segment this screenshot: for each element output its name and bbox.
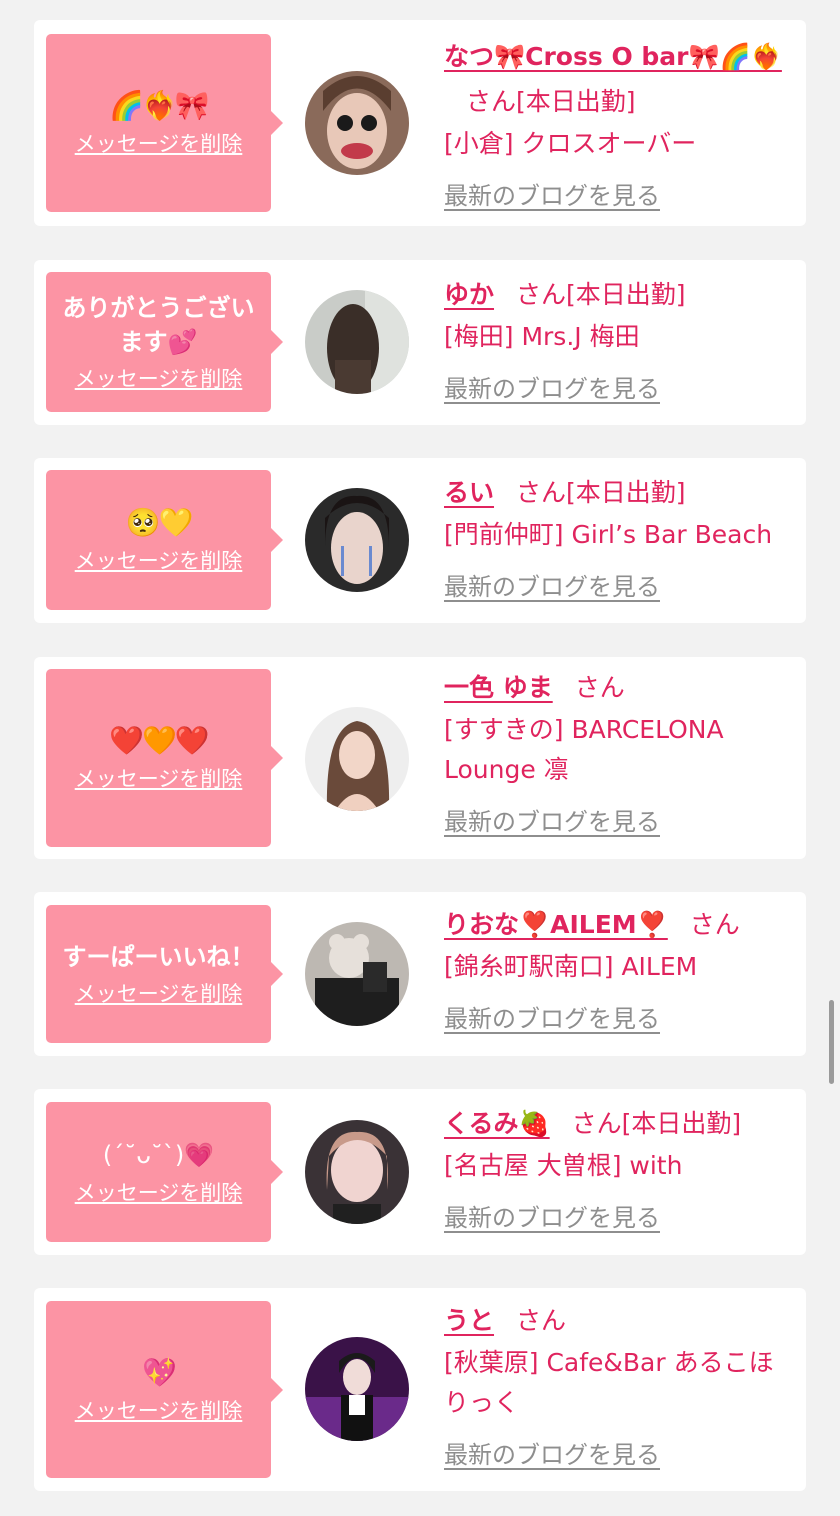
honorific: さん	[574, 673, 625, 702]
message-text: (ˊ˘ᴗ˘ˋ)💗	[102, 1141, 215, 1169]
avatar[interactable]	[305, 922, 409, 1026]
status-badge: [本日出勤]	[566, 280, 686, 309]
latest-blog-link[interactable]: 最新のブログを見る	[444, 565, 794, 610]
shop-info: [小倉] クロスオーバー	[444, 129, 697, 158]
cast-info: なつ🎀Cross O bar🎀🌈❤️‍🔥 さん[本日出勤] [小倉] クロスオーバ…	[444, 34, 794, 219]
honorific: さん	[516, 280, 567, 309]
honorific: さん	[516, 478, 567, 507]
list-item: 🥺💛 メッセージを削除 るい さん[本日出勤] [門前仲町] Girl’s Bar…	[34, 458, 806, 623]
latest-blog-link[interactable]: 最新のブログを見る	[444, 367, 794, 412]
cast-name-link[interactable]: うと	[444, 1306, 494, 1335]
message-text: 🌈❤️‍🔥🎀	[109, 89, 210, 122]
message-bubble: (ˊ˘ᴗ˘ˋ)💗 メッセージを削除	[46, 1102, 283, 1242]
list-item: 🌈❤️‍🔥🎀 メッセージを削除 なつ🎀Cross O bar🎀🌈❤️‍🔥 さん[本…	[34, 20, 806, 226]
message-text: 💖	[142, 1355, 177, 1389]
avatar[interactable]	[305, 290, 409, 394]
message-text: すーぱーいいね！	[62, 943, 255, 971]
avatar[interactable]	[305, 71, 409, 175]
avatar[interactable]	[305, 1337, 409, 1441]
avatar[interactable]	[305, 1120, 409, 1224]
message-bubble: ❤️🧡❤️ メッセージを削除	[46, 669, 283, 847]
cast-name-link[interactable]: 一色 ゆま	[444, 673, 553, 702]
shop-info: [梅田] Mrs.J 梅田	[444, 322, 640, 351]
cast-name-link[interactable]: ゆか	[444, 280, 494, 309]
honorific: さん	[571, 1109, 622, 1138]
delete-message-link[interactable]: メッセージを削除	[75, 765, 243, 793]
shop-info: [すすきの] BARCELONA Lounge 凛	[444, 715, 724, 784]
message-list: 🌈❤️‍🔥🎀 メッセージを削除 なつ🎀Cross O bar🎀🌈❤️‍🔥さん[本…	[0, 0, 840, 1516]
cast-name-link[interactable]: なつ🎀Cross O bar🎀🌈❤️‍🔥	[444, 42, 782, 71]
delete-message-link[interactable]: メッセージを削除	[75, 365, 243, 393]
delete-message-link[interactable]: メッセージを削除	[75, 130, 243, 158]
honorific: さん	[689, 910, 740, 939]
message-bubble: 🥺💛 メッセージを削除	[46, 470, 283, 610]
list-item: ありがとうございます💕 メッセージを削除 ゆか さん[本日出勤] [梅田] Mrs…	[34, 260, 806, 425]
shop-info: [名古屋 大曽根] with	[444, 1151, 683, 1180]
delete-message-link[interactable]: メッセージを削除	[75, 1397, 243, 1425]
avatar[interactable]	[305, 707, 409, 811]
delete-message-link[interactable]: メッセージを削除	[75, 980, 243, 1008]
delete-message-link[interactable]: メッセージを削除	[75, 547, 243, 575]
message-text: ❤️🧡❤️	[109, 724, 210, 757]
scrollbar[interactable]	[829, 1000, 834, 1084]
message-bubble: 💖 メッセージを削除	[46, 1301, 283, 1478]
latest-blog-link[interactable]: 最新のブログを見る	[444, 1196, 794, 1241]
cast-info: りおな❣️AILEM❣️ さん [錦糸町駅南口] AILEM 最新のブログを見る	[444, 902, 794, 1042]
status-badge: [本日出勤]	[566, 478, 686, 507]
honorific: さん	[466, 87, 517, 116]
list-item: すーぱーいいね！ メッセージを削除 りおな❣️AILEM❣️ さん [錦糸町駅南口…	[34, 892, 806, 1056]
message-text: ありがとうございます💕	[62, 294, 255, 356]
list-item: ❤️🧡❤️ メッセージを削除 一色 ゆま さん [すすきの] BARCELONA …	[34, 657, 806, 859]
latest-blog-link[interactable]: 最新のブログを見る	[444, 1433, 794, 1478]
cast-info: ゆか さん[本日出勤] [梅田] Mrs.J 梅田 最新のブログを見る	[444, 272, 794, 412]
cast-name-link[interactable]: りおな❣️AILEM❣️	[444, 910, 668, 939]
cast-name-link[interactable]: くるみ🍓	[444, 1109, 550, 1138]
shop-info: [錦糸町駅南口] AILEM	[444, 952, 698, 981]
cast-info: 一色 ゆま さん [すすきの] BARCELONA Lounge 凛 最新のブログ…	[444, 665, 794, 845]
cast-info: くるみ🍓 さん[本日出勤] [名古屋 大曽根] with 最新のブログを見る	[444, 1101, 794, 1241]
list-item: (ˊ˘ᴗ˘ˋ)💗 メッセージを削除 くるみ🍓 さん[本日出勤] [名古屋 大曽根]…	[34, 1089, 806, 1255]
cast-name-link[interactable]: るい	[444, 478, 494, 507]
shop-info: [門前仲町] Girl’s Bar Beach	[444, 520, 773, 549]
list-item: 💖 メッセージを削除 うと さん [秋葉原] Cafe&Bar あるこほりっく 最…	[34, 1288, 806, 1491]
message-bubble: 🌈❤️‍🔥🎀 メッセージを削除	[46, 34, 283, 212]
honorific: さん	[516, 1306, 567, 1335]
message-bubble: すーぱーいいね！ メッセージを削除	[46, 905, 283, 1043]
cast-info: うと さん [秋葉原] Cafe&Bar あるこほりっく 最新のブログを見る	[444, 1298, 794, 1478]
latest-blog-link[interactable]: 最新のブログを見る	[444, 174, 794, 219]
status-badge: [本日出勤]	[621, 1109, 742, 1138]
status-badge: [本日出勤]	[516, 87, 636, 116]
latest-blog-link[interactable]: 最新のブログを見る	[444, 997, 794, 1042]
message-text: 🥺💛	[125, 506, 194, 539]
latest-blog-link[interactable]: 最新のブログを見る	[444, 800, 794, 845]
message-bubble: ありがとうございます💕 メッセージを削除	[46, 272, 283, 412]
avatar[interactable]	[305, 488, 409, 592]
shop-info: [秋葉原] Cafe&Bar あるこほりっく	[444, 1348, 774, 1417]
delete-message-link[interactable]: メッセージを削除	[75, 1179, 243, 1207]
cast-info: るい さん[本日出勤] [門前仲町] Girl’s Bar Beach 最新のブロ…	[444, 470, 794, 610]
